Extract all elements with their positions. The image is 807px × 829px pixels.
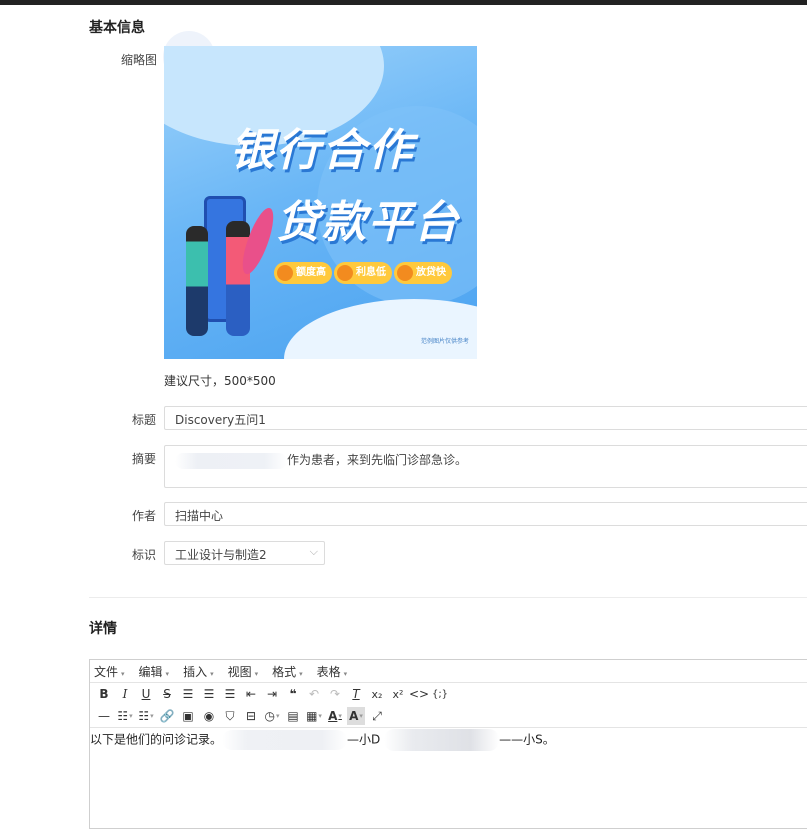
code-icon[interactable]: <>: [409, 685, 429, 703]
menu-insert[interactable]: 插入 ▾: [183, 663, 214, 680]
content-text: —小D: [347, 732, 381, 747]
editor-toolbar-row1: B I U S ☰ ☰ ☰ ⇤ ⇥ ❝ ↶ ↷ T x₂ x² <> {;}: [90, 683, 807, 705]
thumbnail-image[interactable]: 银行合作 贷款平台 额度高 利息低 放贷快 范例图片仅供参考: [164, 46, 477, 359]
author-input-value: 扫描中心: [175, 509, 224, 523]
banner-pill: 利息低: [334, 262, 392, 284]
redacted-text: [222, 730, 348, 750]
banner-cloud: [284, 299, 477, 359]
chevron-down-icon: ⌵: [309, 545, 318, 558]
strikethrough-icon[interactable]: S: [158, 685, 176, 703]
background-color-icon[interactable]: A: [347, 707, 365, 725]
bold-icon[interactable]: B: [95, 685, 113, 703]
summary-textarea[interactable]: 作为患者，来到先临门诊部急诊。: [164, 445, 807, 488]
link-icon[interactable]: 🔗: [158, 707, 176, 725]
top-bar: [0, 0, 807, 5]
preview-icon[interactable]: ◉: [200, 707, 218, 725]
blockquote-icon[interactable]: ❝: [284, 685, 302, 703]
thumbnail-size-hint: 建议尺寸，500*500: [164, 374, 276, 388]
table-icon[interactable]: ▦: [305, 707, 323, 725]
template-icon[interactable]: ▤: [284, 707, 302, 725]
time-icon[interactable]: ◷: [263, 707, 281, 725]
menu-label: 文件: [94, 664, 119, 679]
editor-content[interactable]: 以下是他们的问诊记录。 —小D ——小S。: [90, 728, 807, 751]
author-input[interactable]: 扫描中心: [164, 502, 807, 526]
editor-menubar: 文件 ▾ 编辑 ▾ 插入 ▾ 视图 ▾ 格式 ▾ 表格 ▾: [90, 660, 807, 683]
outdent-icon[interactable]: ⇤: [242, 685, 260, 703]
thumbnail-label: 缩略图: [121, 53, 158, 67]
summary-label: 摘要: [132, 452, 157, 466]
content-text: 以下是他们的问诊记录。: [90, 732, 223, 747]
menu-label: 插入: [183, 664, 208, 679]
summary-text: 作为患者，来到先临门诊部急诊。: [287, 453, 468, 467]
title-input-value: Discovery五问1: [175, 413, 266, 427]
indent-icon[interactable]: ⇥: [263, 685, 281, 703]
hr-icon[interactable]: —: [95, 707, 113, 725]
caret-icon: ▾: [254, 669, 259, 678]
redacted-text: [384, 729, 500, 751]
person-illustration: [186, 226, 208, 336]
numbered-list-icon[interactable]: ☷: [137, 707, 155, 725]
code-sample-icon[interactable]: {;}: [431, 685, 449, 703]
tag-label: 标识: [132, 548, 157, 562]
align-right-icon[interactable]: ☰: [221, 685, 239, 703]
redacted-text: [175, 452, 287, 469]
banner-pill: 放贷快: [394, 262, 452, 284]
image-icon[interactable]: ▣: [179, 707, 197, 725]
text-color-icon[interactable]: A: [326, 707, 344, 725]
content-text: ——小S。: [499, 732, 555, 747]
caret-icon: ▾: [121, 669, 125, 678]
fullscreen-icon[interactable]: ⤢: [368, 707, 386, 725]
menu-label: 表格: [316, 664, 341, 679]
undo-icon[interactable]: ↶: [305, 685, 323, 703]
menu-label: 编辑: [138, 664, 163, 679]
tag-select[interactable]: 工业设计与制造2 ⌵: [164, 541, 325, 565]
banner-footer-text: 范例图片仅供参考: [420, 338, 469, 345]
menu-view[interactable]: 视图 ▾: [228, 663, 259, 680]
author-label: 作者: [132, 509, 157, 523]
subscript-icon[interactable]: x₂: [368, 685, 386, 703]
menu-label: 格式: [272, 664, 297, 679]
menu-format[interactable]: 格式 ▾: [272, 663, 303, 680]
banner-pill: 额度高: [274, 262, 332, 284]
clear-format-icon[interactable]: T: [347, 685, 365, 703]
align-center-icon[interactable]: ☰: [200, 685, 218, 703]
page-break-icon[interactable]: ⊟: [242, 707, 260, 725]
banner-title-line1: 银行合作: [230, 125, 414, 176]
italic-icon[interactable]: I: [116, 685, 134, 703]
rich-text-editor[interactable]: 文件 ▾ 编辑 ▾ 插入 ▾ 视图 ▾ 格式 ▾ 表格 ▾ B I U S ☰ ☰ ☰ ⇤ …: [89, 659, 807, 829]
editor-toolbar-row2: — ☷ ☷ 🔗 ▣ ◉ ⛉ ⊟ ◷ ▤ ▦ A A ⤢: [90, 705, 807, 728]
title-input[interactable]: Discovery五问1: [164, 406, 807, 430]
caret-icon: ▾: [299, 669, 303, 678]
menu-file[interactable]: 文件 ▾: [94, 663, 125, 680]
title-label: 标题: [132, 413, 157, 427]
caret-icon: ▾: [343, 669, 348, 678]
section-divider: [89, 597, 807, 598]
menu-edit[interactable]: 编辑 ▾: [139, 663, 170, 680]
menu-table[interactable]: 表格 ▾: [317, 663, 348, 680]
underline-icon[interactable]: U: [137, 685, 155, 703]
caret-icon: ▾: [210, 669, 214, 678]
bullet-list-icon[interactable]: ☷: [116, 707, 134, 725]
section-title-basic: 基本信息: [89, 20, 145, 36]
section-title-detail: 详情: [89, 621, 117, 637]
redo-icon[interactable]: ↷: [326, 685, 344, 703]
superscript-icon[interactable]: x²: [389, 685, 407, 703]
align-left-icon[interactable]: ☰: [179, 685, 197, 703]
caret-icon: ▾: [165, 669, 170, 678]
menu-label: 视图: [227, 664, 252, 679]
banner-title-line2: 贷款平台: [276, 197, 460, 248]
bookmark-icon[interactable]: ⛉: [221, 707, 239, 725]
tag-select-value: 工业设计与制造2: [175, 548, 267, 562]
person-illustration: [226, 221, 250, 336]
